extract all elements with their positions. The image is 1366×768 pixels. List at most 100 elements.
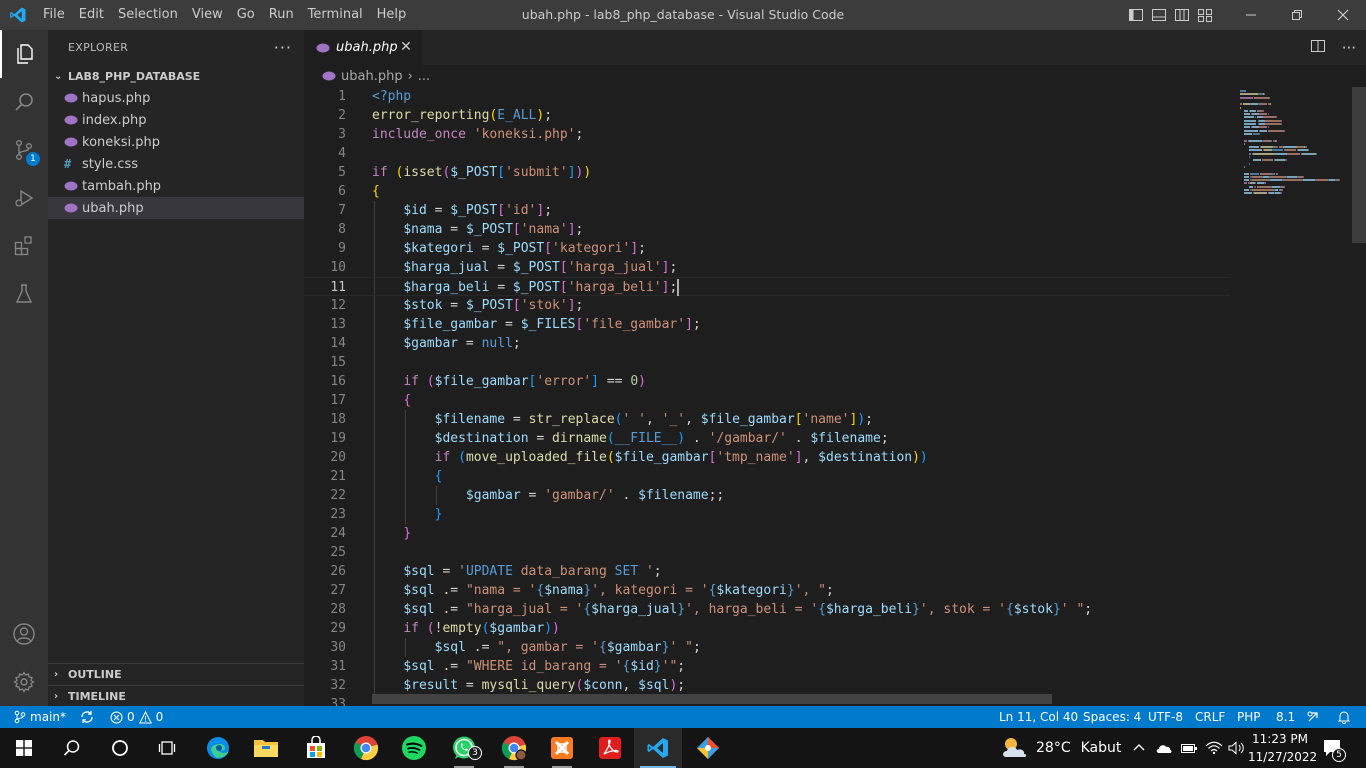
code-line[interactable]: 22 $gambar = 'gambar/' . $filename;;	[304, 486, 1230, 505]
explorer-icon[interactable]	[0, 30, 48, 78]
action-center-icon[interactable]: 5	[1322, 728, 1346, 768]
restore-icon[interactable]	[1274, 0, 1320, 30]
menu-item-file[interactable]: File	[36, 0, 72, 30]
sync-icon[interactable]	[80, 706, 94, 728]
xampp-icon[interactable]	[538, 728, 586, 768]
code-line[interactable]: 4	[304, 144, 1230, 163]
feedback-icon[interactable]	[1306, 706, 1320, 728]
customize-layout-icon[interactable]	[1193, 0, 1216, 30]
encoding-status[interactable]: UTF-8	[1148, 706, 1183, 728]
toggle-secondary-sidebar-icon[interactable]	[1170, 0, 1193, 30]
settings-gear-icon[interactable]	[0, 658, 48, 706]
search-icon[interactable]	[0, 78, 48, 126]
eol-status[interactable]: CRLF	[1195, 706, 1225, 728]
file-item-tambah-php[interactable]: tambah.php	[48, 175, 304, 197]
battery-icon[interactable]	[1180, 728, 1198, 768]
code-line[interactable]: 30 $sql .= ", gambar = '{$gambar}' ";	[304, 638, 1230, 657]
wifi-icon[interactable]	[1205, 728, 1223, 768]
file-item-hapus-php[interactable]: hapus.php	[48, 87, 304, 109]
whatsapp-icon[interactable]: 3	[440, 728, 488, 768]
code-line[interactable]: 8 $nama = $_POST['nama'];	[304, 220, 1230, 239]
toggle-sidebar-icon[interactable]	[1124, 0, 1147, 30]
minimize-icon[interactable]	[1228, 0, 1274, 30]
problems-status[interactable]: 0 0	[110, 706, 163, 728]
testing-icon[interactable]	[0, 270, 48, 318]
toggle-panel-icon[interactable]	[1147, 0, 1170, 30]
windows-start-icon[interactable]	[0, 728, 48, 768]
task-view-icon[interactable]	[144, 728, 192, 768]
close-window-icon[interactable]	[1320, 0, 1366, 30]
extensions-icon[interactable]	[0, 222, 48, 270]
more-actions-icon[interactable]: ···	[274, 38, 292, 57]
chrome-profile-icon[interactable]	[490, 728, 538, 768]
timeline-section[interactable]: › TIMELINE	[48, 685, 304, 707]
weather-widget[interactable]: 28°C Kabut	[1000, 728, 1121, 768]
code-line[interactable]: 13 $file_gambar = $_FILES['file_gambar']…	[304, 315, 1230, 334]
onedrive-icon[interactable]	[1155, 728, 1173, 768]
code-line[interactable]: 26 $sql = 'UPDATE data_barang SET ';	[304, 562, 1230, 581]
more-actions-icon[interactable]: ···	[1342, 39, 1356, 57]
breadcrumb-file[interactable]: ubah.php	[341, 69, 403, 84]
code-line[interactable]: 5 if (isset($_POST['submit']))	[304, 163, 1230, 182]
code-line[interactable]: 11 $harga_beli = $_POST['harga_beli'];	[304, 277, 1230, 296]
close-icon[interactable]: ✕	[398, 39, 414, 55]
code-line[interactable]: 31 $sql .= "WHERE id_barang = '{$id}'";	[304, 657, 1230, 676]
code-line[interactable]: 32 $result = mysqli_query($conn, $sql);	[304, 676, 1230, 695]
code-line[interactable]: 23 }	[304, 505, 1230, 524]
menu-item-selection[interactable]: Selection	[111, 0, 185, 30]
file-item-style-css[interactable]: # style.css	[48, 153, 304, 175]
notifications-bell-icon[interactable]	[1337, 706, 1351, 728]
language-mode[interactable]: PHP	[1237, 706, 1261, 728]
gitkraken-icon[interactable]	[684, 728, 732, 768]
file-explorer-icon[interactable]	[242, 728, 290, 768]
menu-item-go[interactable]: Go	[230, 0, 262, 30]
code-line[interactable]: 16 if ($file_gambar['error'] == 0)	[304, 372, 1230, 391]
code-line[interactable]: 14 $gambar = null;	[304, 334, 1230, 353]
code-line[interactable]: 6{	[304, 182, 1230, 201]
code-line[interactable]: 25	[304, 543, 1230, 562]
code-line[interactable]: 28 $sql .= "harga_jual = '{$harga_jual}'…	[304, 600, 1230, 619]
code-line[interactable]: 10 $harga_jual = $_POST['harga_jual'];	[304, 258, 1230, 277]
system-clock[interactable]: 11:23 PM 11/27/2022	[1248, 730, 1317, 766]
code-line[interactable]: 3 include_once 'koneksi.php';	[304, 125, 1230, 144]
cortana-icon[interactable]	[96, 728, 144, 768]
volume-icon[interactable]	[1228, 728, 1246, 768]
code-editor[interactable]: 1 <?php 2 error_reporting(E_ALL); 3 include_o…	[304, 87, 1230, 706]
horizontal-scrollbar[interactable]	[372, 694, 1052, 704]
source-control-icon[interactable]: 1	[0, 126, 48, 174]
code-line[interactable]: 2 error_reporting(E_ALL);	[304, 106, 1230, 125]
show-hidden-icons-icon[interactable]	[1132, 728, 1146, 768]
code-line[interactable]: 1 <?php	[304, 87, 1230, 106]
cursor-position[interactable]: Ln 11, Col 40	[999, 706, 1078, 728]
split-editor-icon[interactable]	[1310, 38, 1326, 58]
tab-ubah-php[interactable]: ubah.php ✕	[304, 30, 422, 65]
pdf-reader-icon[interactable]	[586, 728, 634, 768]
search-icon[interactable]	[48, 728, 96, 768]
code-line[interactable]: 12 $stok = $_POST['stok'];	[304, 296, 1230, 315]
code-line[interactable]: 19 $destination = dirname(__FILE__) . '/…	[304, 429, 1230, 448]
indentation-status[interactable]: Spaces: 4	[1083, 706, 1141, 728]
workspace-folder[interactable]: ⌄ LAB8_PHP_DATABASE	[48, 65, 304, 87]
minimap-scrollbar[interactable]	[1352, 87, 1366, 243]
code-line[interactable]: 9 $kategori = $_POST['kategori'];	[304, 239, 1230, 258]
menu-item-run[interactable]: Run	[262, 0, 301, 30]
code-line[interactable]: 27 $sql .= "nama = '{$nama}', kategori =…	[304, 581, 1230, 600]
code-line[interactable]: 24 }	[304, 524, 1230, 543]
file-item-koneksi-php[interactable]: koneksi.php	[48, 131, 304, 153]
edge-browser-icon[interactable]	[194, 728, 242, 768]
code-line[interactable]: 7 $id = $_POST['id'];	[304, 201, 1230, 220]
file-item-index-php[interactable]: index.php	[48, 109, 304, 131]
code-line[interactable]: 18 $filename = str_replace(' ', '_', $fi…	[304, 410, 1230, 429]
branch-status[interactable]: main*	[14, 706, 66, 728]
run-debug-icon[interactable]	[0, 174, 48, 222]
minimap[interactable]	[1230, 87, 1366, 706]
menu-item-terminal[interactable]: Terminal	[301, 0, 370, 30]
spotify-icon[interactable]	[390, 728, 438, 768]
code-line[interactable]: 29 if (!empty($gambar))	[304, 619, 1230, 638]
code-line[interactable]: 20 if (move_uploaded_file($file_gambar['…	[304, 448, 1230, 467]
breadcrumb-more[interactable]: ...	[418, 69, 430, 84]
code-line[interactable]: 15	[304, 353, 1230, 372]
menu-item-edit[interactable]: Edit	[72, 0, 111, 30]
php-version[interactable]: 8.1	[1276, 706, 1295, 728]
code-line[interactable]: 21 {	[304, 467, 1230, 486]
